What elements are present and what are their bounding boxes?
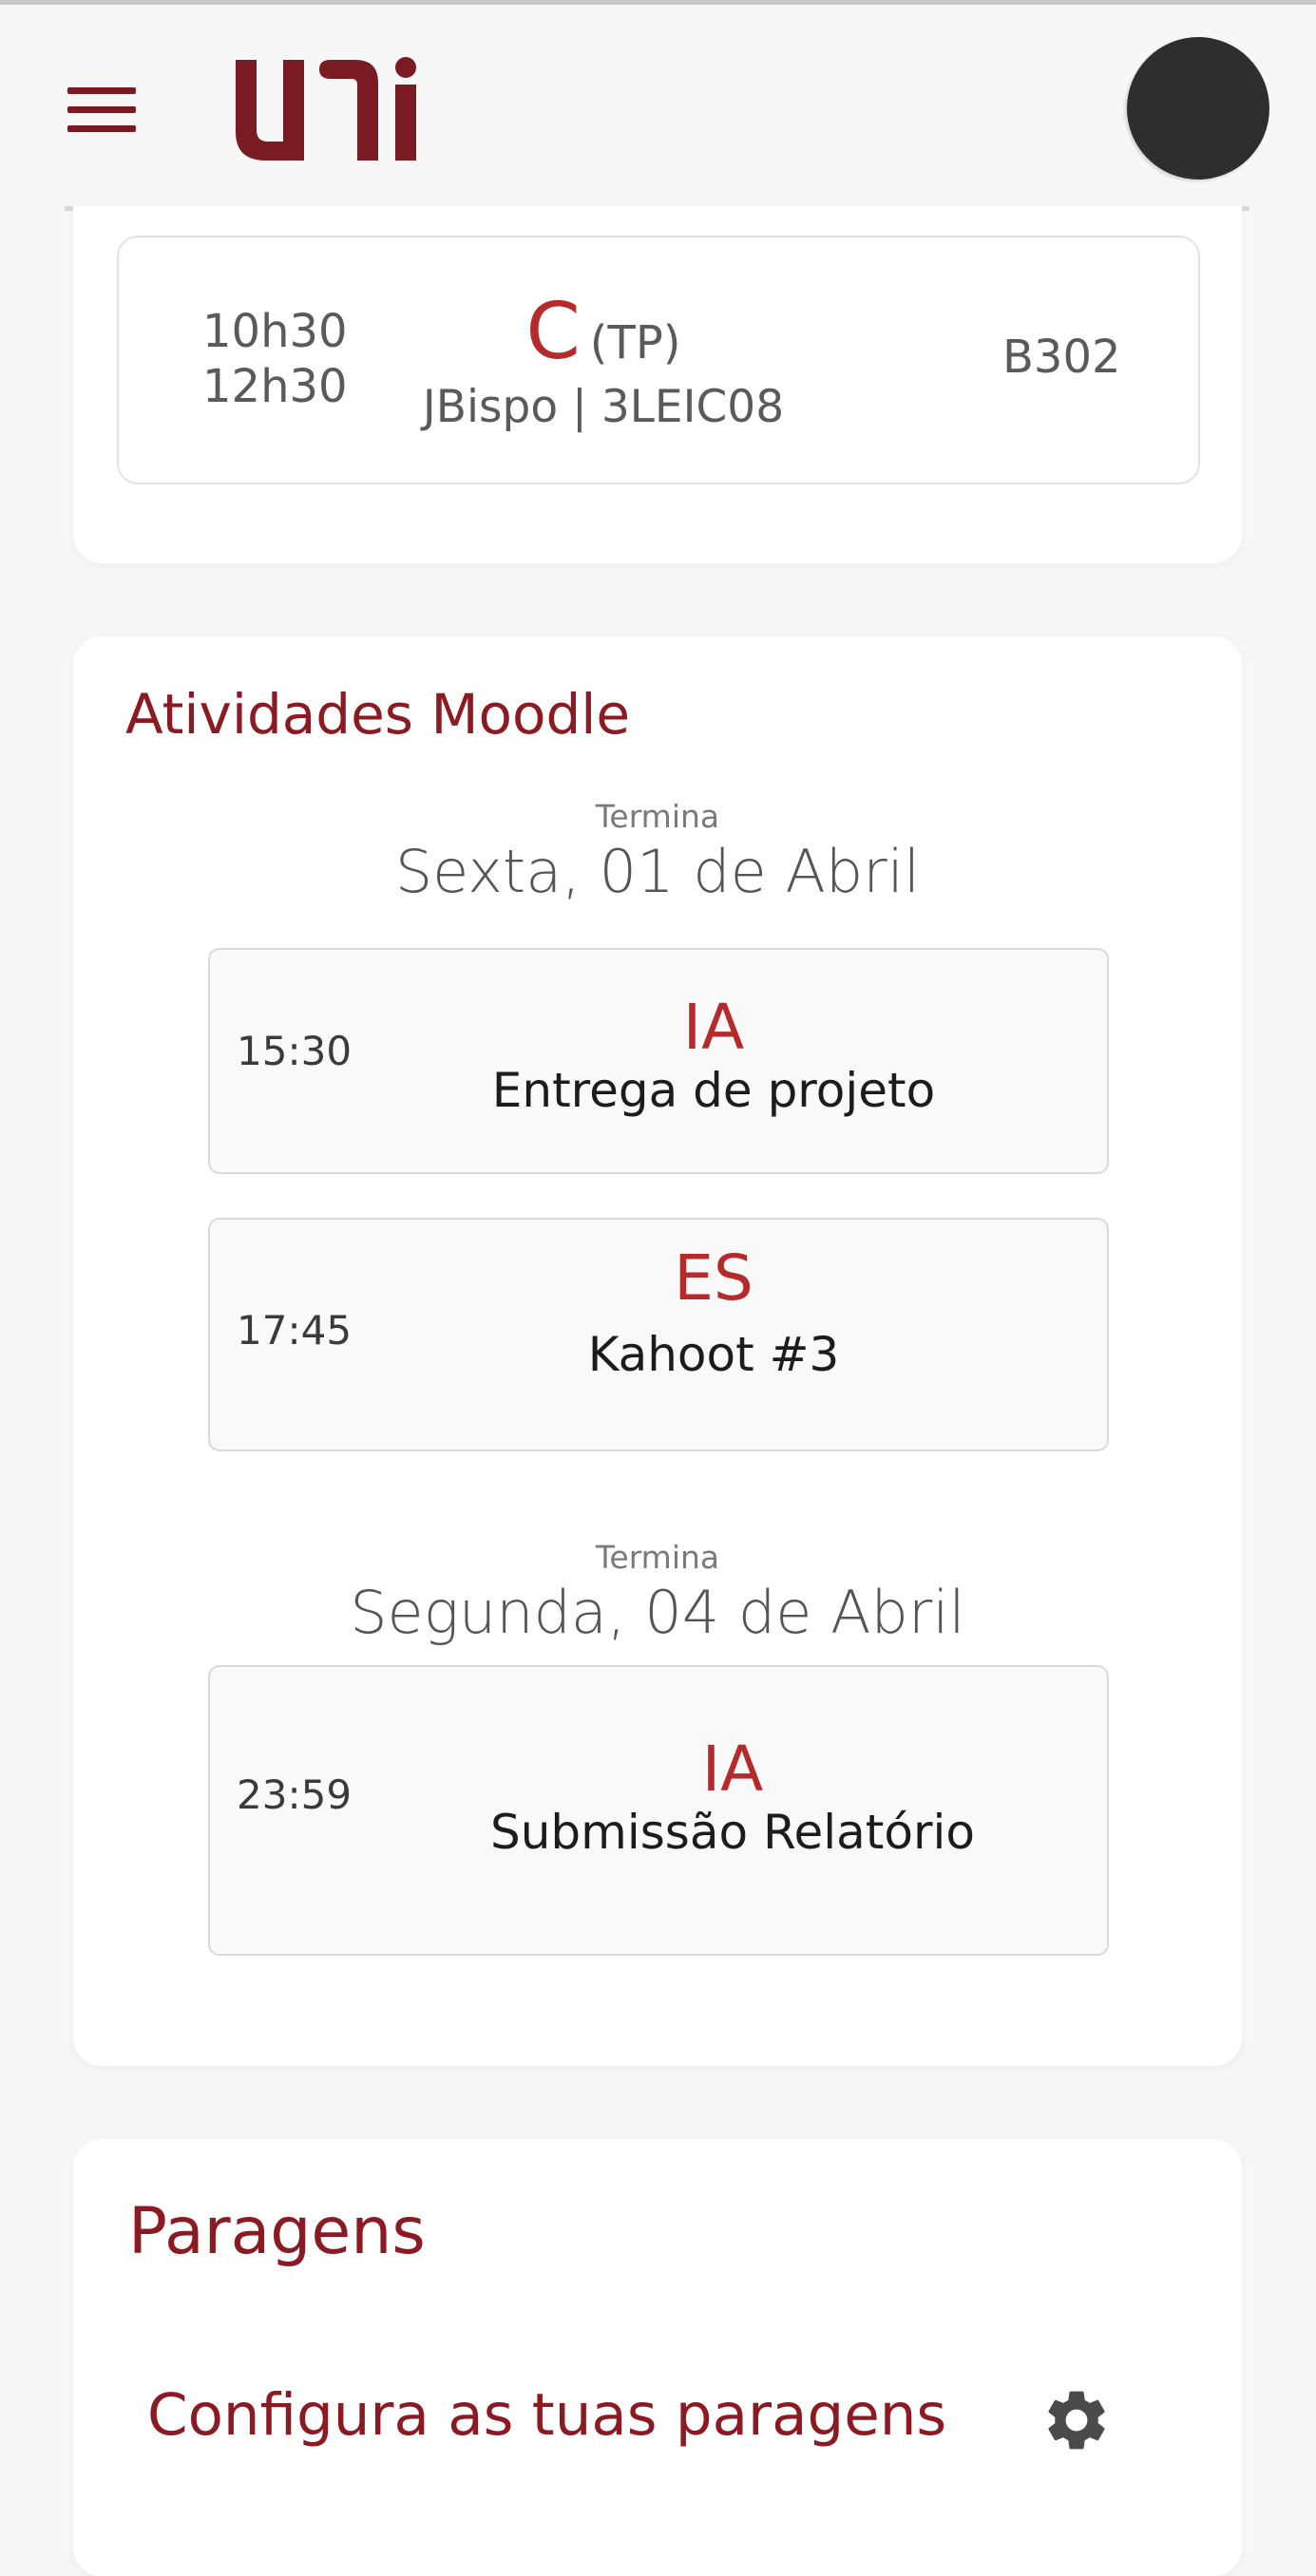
lecture-start-time: 10h30 (202, 305, 348, 358)
schedule-card: 10h30 12h30 C (TP) JBispo | 3LEIC08 B302 (73, 206, 1242, 563)
configure-stops-link[interactable]: Configura as tuas paragens (147, 2381, 946, 2449)
lecture-room: B302 (1002, 331, 1121, 384)
lecture-teacher-class: JBispo | 3LEIC08 (422, 381, 785, 433)
activity-item[interactable]: 15:30 IA Entrega de projeto (208, 948, 1109, 1174)
gear-icon[interactable] (1040, 2384, 1113, 2456)
activity-info: IA Submissão Relatório (400, 1735, 1065, 1861)
day-header: Termina Segunda, 04 de Abril (73, 1539, 1242, 1647)
lecture-times: 10h30 12h30 (202, 304, 348, 414)
lecture-end-time: 12h30 (202, 360, 348, 413)
ends-label: Termina (595, 1539, 720, 1576)
moodle-section-title: Atividades Moodle (125, 682, 631, 747)
hamburger-menu-icon[interactable] (67, 87, 136, 133)
activity-uc: IA (682, 991, 745, 1064)
activity-info: IA Entrega de projeto (381, 994, 1046, 1119)
activity-name: Entrega de projeto (491, 1063, 936, 1118)
ends-label: Termina (595, 798, 720, 835)
activity-uc: ES (674, 1241, 753, 1315)
stops-card: Paragens Configura as tuas paragens (73, 2139, 1242, 2576)
lecture-subject: C (525, 287, 581, 377)
user-avatar[interactable] (1127, 37, 1269, 180)
activity-item[interactable]: 23:59 IA Submissão Relatório (208, 1665, 1109, 1956)
activity-name: Submissão Relatório (489, 1805, 975, 1860)
day-date: Segunda, 04 de Abril (350, 1578, 965, 1647)
day-date: Sexta, 01 de Abril (394, 837, 921, 906)
activity-time: 23:59 (237, 1771, 353, 1818)
lecture-info: C (TP) JBispo | 3LEIC08 (404, 287, 803, 433)
uni-logo[interactable] (228, 52, 428, 166)
stops-section-title: Paragens (128, 2194, 426, 2269)
activity-item[interactable]: 17:45 ES Kahoot #3 (208, 1218, 1109, 1451)
activity-info: ES Kahoot #3 (381, 1244, 1046, 1383)
moodle-card: Atividades Moodle Termina Sexta, 01 de A… (73, 636, 1242, 2066)
activity-name: Kahoot #3 (587, 1327, 840, 1382)
activity-time: 17:45 (237, 1307, 353, 1354)
lecture-type: (TP) (589, 316, 681, 369)
app-header (0, 5, 1316, 211)
activity-time: 15:30 (237, 1028, 353, 1074)
day-header: Termina Sexta, 01 de Abril (73, 798, 1242, 906)
lecture-item[interactable]: 10h30 12h30 C (TP) JBispo | 3LEIC08 B302 (117, 236, 1200, 484)
activity-uc: IA (701, 1733, 764, 1806)
